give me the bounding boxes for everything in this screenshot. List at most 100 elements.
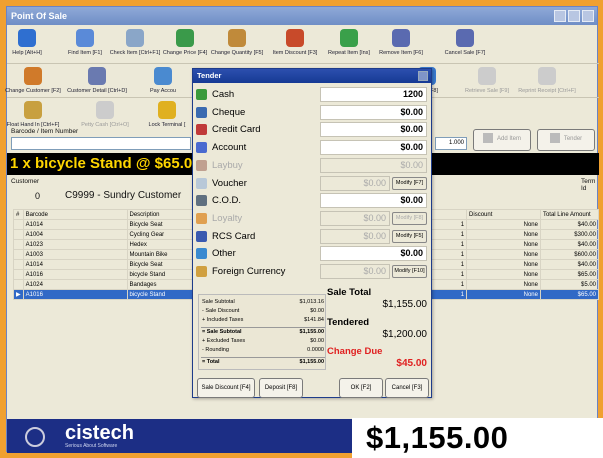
tender-name: C.O.D. [212,195,242,207]
row-indicator [13,279,24,290]
toolbar-button-label: Lock Terminal [ [148,122,186,128]
discount-cell: None [466,259,541,270]
summary-divider [201,327,325,328]
toolbar-button-reprint-receipt-ctrl-f[interactable]: Reprint Receipt [Ctrl+F] [517,67,577,94]
tender-name: RCS Card [212,230,256,242]
toolbar-button-customer-detail-ctrl-d[interactable]: Customer Detail [Ctrl+D] [67,67,127,94]
modify-button-foreign-currency[interactable]: Modify [F10] [392,265,427,278]
discount-cell: None [466,219,541,230]
total-line-amount-cell: $300.00 [539,229,600,240]
summary-row: = Total $1,155.00 [202,359,324,365]
tender-amount-input-loyalty: $0.00 [320,210,390,226]
toolbar-button-float-hand-in-ctrl-f[interactable]: Float Hand In [Ctrl+F] [3,101,63,128]
close-icon[interactable] [582,10,594,22]
deposit-button[interactable]: Deposit [F8] [259,378,303,398]
row-indicator [13,219,24,230]
summary-label: = Total [202,359,220,365]
summary-row: + Included Taxes $141.84 [202,317,324,323]
toolbar-button-petty-cash-ctrl-o[interactable]: Petty Cash [Ctrl+O] [75,101,135,128]
tender-amount-input-credit-card[interactable]: $0.00 [320,122,427,138]
modify-button-voucher[interactable]: Modify [F7] [392,176,427,190]
cheque-icon [196,106,207,118]
term-id-label: Term Id [581,178,596,192]
tender-button[interactable]: Tender [537,129,595,151]
ok-button[interactable]: OK [F2] [339,378,383,398]
toolbar-button-change-price-f4[interactable]: Change Price [F4] [155,29,215,56]
account-icon [196,142,207,154]
add-item-icon [482,133,493,144]
barcode-input[interactable] [11,137,191,150]
tender-amount-input-laybuy[interactable]: $0.00 [320,157,427,173]
toolbar-button-label: Reprint Receipt [Ctrl+F] [518,88,576,94]
retrieve-sale-icon [478,67,496,85]
column-header: Barcode [22,209,128,220]
tender-hand-icon [549,133,560,144]
barcode-label: Barcode / Item Number [11,128,79,135]
percent-icon [286,29,304,47]
toolbar-button-label: Item Discount [F3] [272,50,318,56]
repeat-arrow-icon [340,29,358,47]
toolbar-button-label: Repeat Item [Ins] [328,50,370,56]
toolbar-button-label: Change Quantity [F5] [210,50,264,56]
modify-button-rcs-card[interactable]: Modify [F5] [392,229,427,243]
tender-amount-input-cash[interactable]: 1200 [320,87,427,102]
column-header: # [13,209,24,220]
toolbar-button-label: Petty Cash [Ctrl+O] [81,122,129,128]
barcode-cell: A1023 [22,239,128,250]
toolbar-button-change-customer-f2[interactable]: Change Customer [F2] [3,67,63,94]
toolbar-button-change-quantity-f5[interactable]: Change Quantity [F5] [207,29,267,56]
reprint-icon [538,67,556,85]
add-item-button[interactable]: Add Item [473,129,531,151]
tender-amount-input-other[interactable]: $0.00 [320,246,427,262]
dialog-close-icon[interactable] [418,71,428,81]
summary-divider [201,357,325,358]
barcode-cell: A1014 [22,259,128,270]
toolbar-button-retrieve-sale-f9[interactable]: Retrieve Sale [F9] [457,67,517,94]
help-icon [18,29,36,47]
column-header: Discount [466,209,541,220]
discount-cell: None [466,249,541,260]
toolbar-button-cancel-sale-f7[interactable]: Cancel Sale [F7] [435,29,495,56]
barcode-cell: A1003 [22,249,128,260]
tender-row-credit-card: Credit Card $0.00 [193,121,433,138]
summary-label: = Sale Subtotal [202,329,242,335]
toolbar-button-help-alt-h[interactable]: Help [Alt+H] [0,29,57,56]
row-indicator [13,259,24,270]
tender-amount-input-account[interactable]: $0.00 [320,140,427,156]
sale-discount-button[interactable]: Sale Discount [F4] [197,378,255,398]
sale-summary-box: Sale Subtotal $1,013.16 - Sale Discount $0.… [198,294,326,370]
total-line-amount-cell: $65.00 [539,289,600,300]
brand-tagline: Serious About Software [65,443,118,449]
tender-row-rcs-card: RCS Card $0.00 Modify [F5] [193,228,433,245]
summary-value: $1,155.00 [299,329,324,335]
tender-row-laybuy: Laybuy $0.00 [193,157,433,174]
summary-label: - Rounding [202,347,229,353]
toolbar-button-pay-accou[interactable]: Pay Accou [133,67,193,94]
laybuy-icon [196,159,207,171]
toolbar-button-label: Cancel Sale [F7] [444,50,486,56]
summary-row: = Sale Subtotal $1,155.00 [202,329,324,335]
tender-row-loyalty: Loyalty $0.00 Modify [F8] [193,210,433,227]
modify-button-loyalty[interactable]: Modify [F8] [392,211,427,225]
summary-row: - Rounding 0.0000 [202,347,324,353]
maximize-icon[interactable] [568,10,580,22]
summary-label: Sale Subtotal [202,299,235,305]
minimize-icon[interactable] [554,10,566,22]
quantity-input[interactable]: 1.000 [435,137,467,150]
toolbar-button-repeat-item-ins[interactable]: Repeat Item [Ins] [319,29,379,56]
toolbar-button-lock-terminal[interactable]: Lock Terminal [ [137,101,197,128]
total-line-amount-cell: $40.00 [539,239,600,250]
document-search-icon [126,29,144,47]
cod-truck-icon [196,195,207,207]
toolbar-button-item-discount-f3[interactable]: Item Discount [F3] [265,29,325,56]
toolbar-button-remove-item-f6[interactable]: Remove Item [F6] [371,29,431,56]
rcs-card-icon [196,230,207,242]
petty-cash-icon [96,101,114,119]
cancel-button[interactable]: Cancel [F3] [385,378,429,398]
summary-value: $0.00 [310,338,324,344]
summary-value: $0.00 [310,308,324,314]
barcode-cell: A1016 [22,289,128,300]
tender-amount-input-cheque[interactable]: $0.00 [320,104,427,120]
separator [7,63,599,64]
tender-amount-input-c-o-d[interactable]: $0.00 [320,193,427,209]
